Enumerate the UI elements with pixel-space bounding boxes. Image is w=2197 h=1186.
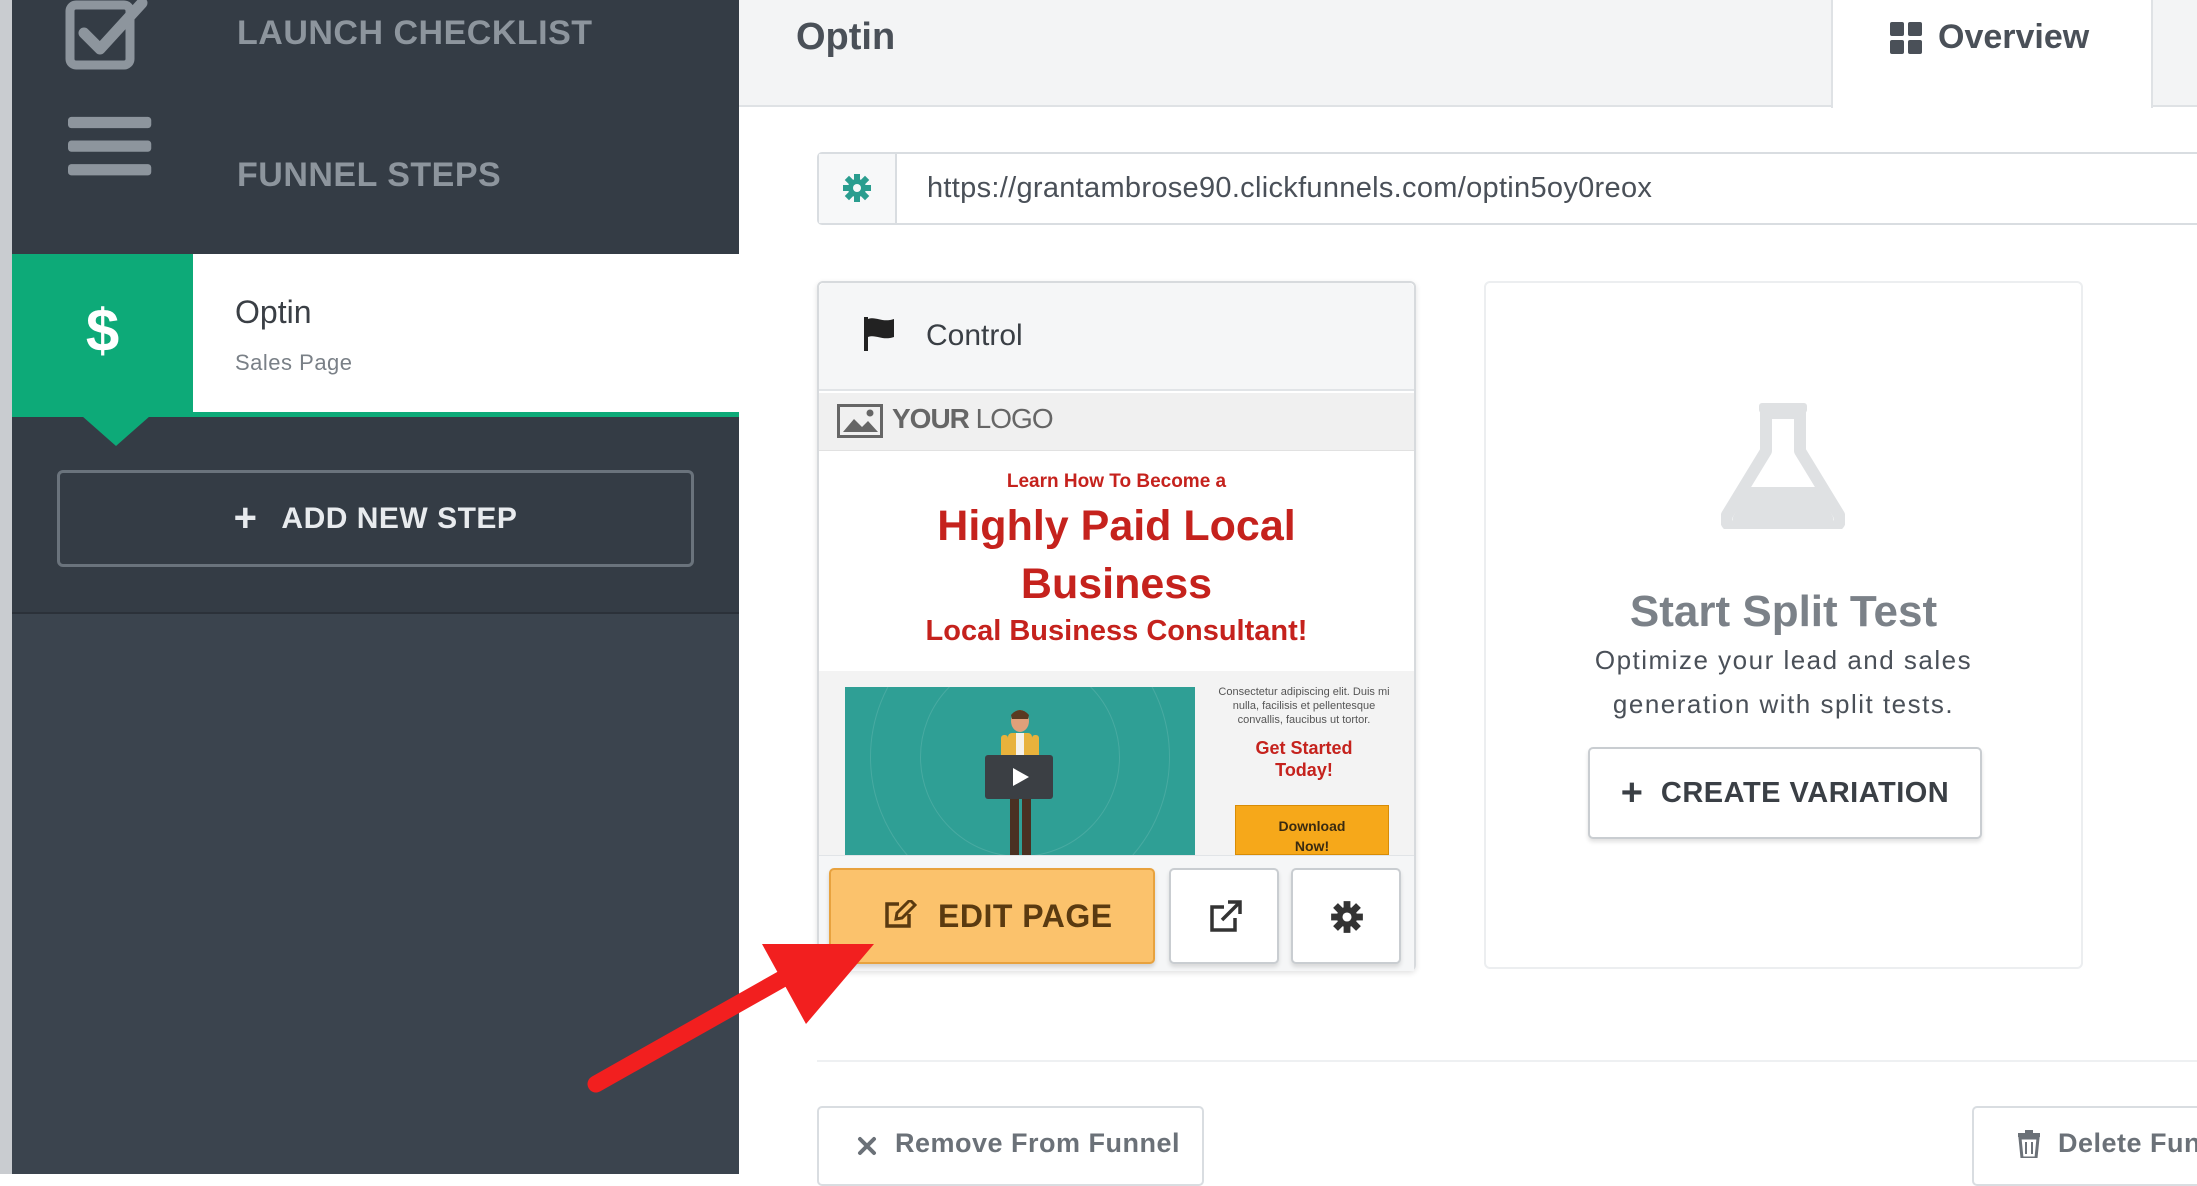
split-test-card: Start Split Test Optimize your lead and … <box>1484 281 2083 969</box>
step-icon-box: $ <box>12 254 193 446</box>
tab-overview-label: Overview <box>1938 18 2090 56</box>
url-text: https://grantambrose90.clickfunnels.com/… <box>927 172 1653 204</box>
remove-from-funnel-label: Remove From Funnel <box>895 1128 1181 1158</box>
page-settings-button[interactable] <box>1291 868 1401 964</box>
section-divider <box>817 1060 2197 1062</box>
plus-icon: + <box>233 496 258 540</box>
edit-page-label: EDIT PAGE <box>938 898 1113 934</box>
create-variation-button[interactable]: + CREATE VARIATION <box>1588 747 1982 839</box>
checkbox-icon <box>65 0 148 70</box>
preview-video <box>845 687 1195 855</box>
preview-headline: Highly Paid Local Business <box>937 502 1296 608</box>
preview-body-text: Consectetur adipiscing elit. Duis mi nul… <box>1218 686 1390 726</box>
header-tab-area <box>2153 0 2197 105</box>
image-placeholder-icon <box>837 404 883 438</box>
sidebar-item-funnel-steps[interactable]: FUNNEL STEPS <box>12 100 739 220</box>
preview-cta: Get Started Today! <box>1255 738 1353 780</box>
open-page-button[interactable] <box>1169 868 1279 964</box>
sidebar-item-launch-checklist[interactable]: LAUNCH CHECKLIST <box>12 0 739 98</box>
step-subtitle: Sales Page <box>235 350 353 375</box>
window-edge <box>0 0 12 1174</box>
card-header: Control <box>819 283 1414 391</box>
dollar-icon: $ <box>85 297 120 364</box>
plus-icon: + <box>1620 771 1643 814</box>
flask-icon <box>1721 403 1845 529</box>
play-icon <box>985 755 1053 799</box>
funnel-step-optin[interactable]: $ Optin Sales Page <box>12 254 739 446</box>
card-header-label: Control <box>926 319 1023 352</box>
preview-subheadline: Local Business Consultant! <box>925 615 1308 647</box>
flag-icon <box>864 317 894 351</box>
tab-overview[interactable]: Overview <box>1831 0 2153 108</box>
sidebar-item-label: LAUNCH CHECKLIST <box>237 14 593 52</box>
create-variation-label: CREATE VARIATION <box>1660 776 1950 809</box>
grid-icon <box>1890 22 1922 54</box>
trash-icon <box>2018 1130 2040 1158</box>
sidebar-nav-area: LAUNCH CHECKLIST FUNNEL STEPS $ Optin Sa… <box>12 0 739 612</box>
page-preview-thumbnail[interactable]: YOUR LOGO Learn How To Become a Highly P… <box>819 393 1414 855</box>
preview-side-copy: Consectetur adipiscing elit. Duis mi nul… <box>1209 685 1399 781</box>
url-settings-button[interactable] <box>819 154 897 223</box>
preview-header: YOUR LOGO <box>819 393 1414 451</box>
split-test-title: Start Split Test <box>1629 587 1938 636</box>
sidebar-divider <box>12 612 739 614</box>
menu-lines-icon <box>68 116 152 176</box>
preview-pre-headline: Learn How To Become a <box>1006 471 1227 492</box>
preview-body: Consectetur adipiscing elit. Duis mi nul… <box>819 671 1414 855</box>
add-new-step-label: ADD NEW STEP <box>281 501 518 535</box>
annotation-arrow <box>587 944 874 1093</box>
external-link-icon <box>1210 900 1242 932</box>
split-test-description: Optimize your lead and sales generation … <box>1594 645 1973 719</box>
preview-logo: YOUR LOGO <box>892 403 1054 434</box>
gear-icon <box>1331 901 1363 933</box>
page-title: Optin <box>796 16 896 58</box>
add-new-step-button[interactable]: + ADD NEW STEP <box>57 470 694 567</box>
active-step-underline <box>12 412 739 417</box>
card-actions: EDIT PAGE <box>819 855 1414 971</box>
step-title: Optin <box>235 294 312 330</box>
delete-funnel-step-label: Delete Fun <box>2058 1128 2197 1158</box>
preview-download-button: Download Now! <box>1235 805 1389 855</box>
gear-icon <box>843 174 871 202</box>
page-header: Optin Overview <box>739 0 2197 108</box>
sidebar-item-label: FUNNEL STEPS <box>237 156 502 194</box>
control-variant-card: Control YOUR LOGO Learn How To Become a … <box>817 281 1416 971</box>
active-step-pointer <box>82 416 150 446</box>
page-url-field[interactable]: https://grantambrose90.clickfunnels.com/… <box>817 152 2197 225</box>
close-icon <box>858 1137 876 1155</box>
delete-funnel-step-button[interactable]: Delete Fun <box>1972 1106 2197 1186</box>
